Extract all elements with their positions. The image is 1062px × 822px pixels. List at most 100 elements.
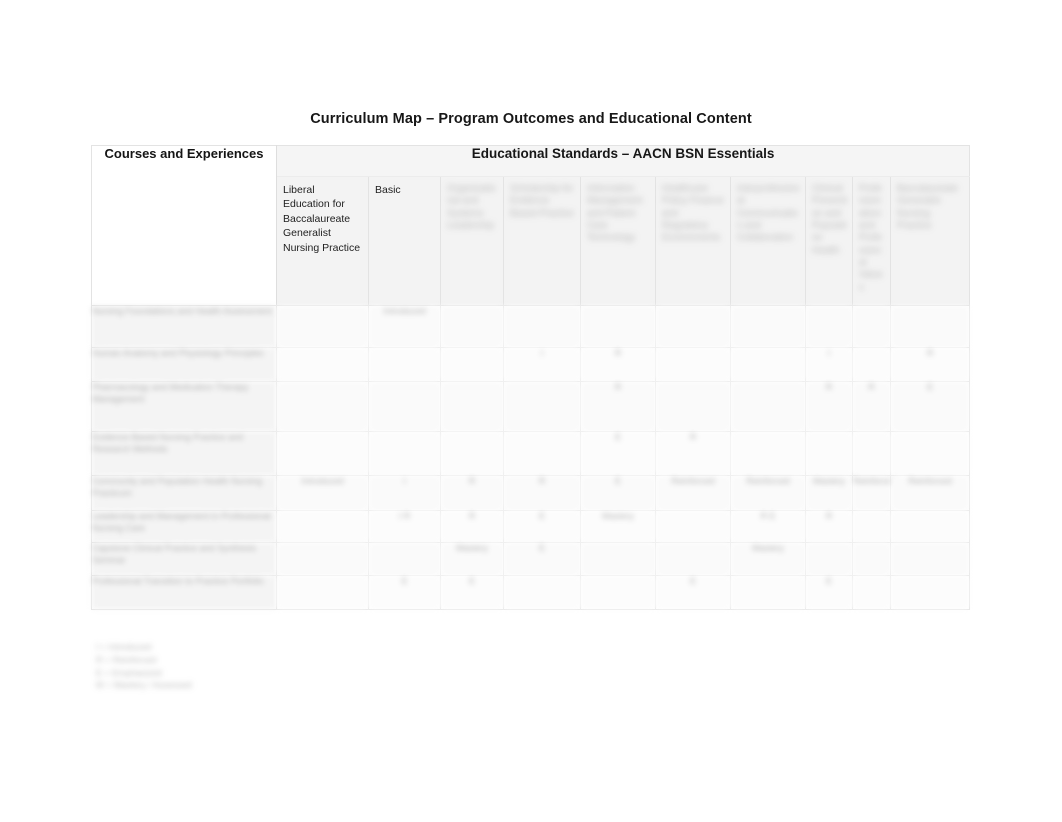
matrix-cell: I (368, 475, 441, 511)
row-label: Professional Transition to Practice Port… (91, 575, 277, 610)
corner-header-label: Courses and Experiences (104, 146, 264, 161)
table-row: Professional Transition to Practice Port… (91, 575, 971, 610)
matrix-cell (889, 305, 971, 348)
column-header-liberal-education: Liberal Education for Baccalaureate Gene… (276, 176, 369, 306)
matrix-cell (440, 347, 504, 382)
matrix-cell (276, 542, 369, 576)
table-body: Nursing Foundations and Health Assessmen… (91, 305, 971, 610)
matrix-cell: E (503, 510, 581, 543)
matrix-cell (805, 431, 853, 476)
matrix-cell (852, 510, 891, 543)
matrix-cell: I (805, 347, 853, 382)
curriculum-map-table: Courses and Experiences Educational Stan… (91, 145, 971, 610)
column-header-label: Healthcare Policy Finance and Regulatory… (662, 183, 724, 244)
matrix-cell: R (805, 381, 853, 432)
matrix-cell (503, 575, 581, 610)
legend-line: M = Mastery / Assessed (96, 680, 192, 691)
column-header-label: Clinical Prevention and Population Healt… (812, 183, 847, 256)
matrix-cell (503, 381, 581, 432)
matrix-cell (852, 575, 891, 610)
table-row: Pharmacology and Medication Therapy Mana… (91, 381, 971, 432)
page-title: Curriculum Map – Program Outcomes and Ed… (310, 111, 752, 127)
matrix-cell: E (503, 542, 581, 576)
matrix-cell: R (655, 431, 731, 476)
document-page: { "document": { "title": "Curriculum Map… (0, 0, 1062, 822)
standards-banner-cell: Educational Standards – AACN BSN Essenti… (275, 145, 971, 177)
matrix-cell: Reinforced (655, 475, 731, 511)
matrix-cell: I (503, 347, 581, 382)
table-row: Nursing Foundations and Health Assessmen… (91, 305, 971, 348)
table-row: Human Anatomy and Physiology Principles … (91, 347, 971, 382)
matrix-cell (440, 381, 504, 432)
column-header-label: Scholarship for Evidence Based Practice (510, 183, 574, 219)
matrix-cell: R (580, 347, 656, 382)
matrix-cell (580, 305, 656, 348)
corner-header-cell: Courses and Experiences (91, 145, 277, 306)
matrix-cell: Introduced (368, 305, 441, 348)
matrix-cell: E (368, 575, 441, 610)
matrix-cell (852, 305, 891, 348)
standards-banner-label: Educational Standards – AACN BSN Essenti… (471, 146, 775, 161)
row-label: Nursing Foundations and Health Assessmen… (91, 305, 277, 348)
matrix-cell (440, 431, 504, 476)
matrix-cell: R (440, 510, 504, 543)
row-label: Capstone Clinical Practice and Synthesis… (91, 542, 277, 576)
matrix-cell (852, 347, 891, 382)
matrix-cell: E (580, 475, 656, 511)
column-header-label: Basic (375, 184, 401, 196)
column-header-clinical-prevention: Clinical Prevention and Population Healt… (805, 176, 853, 306)
column-header-baccalaureate-practice: Baccalaureate Generalist Nursing Practic… (889, 176, 971, 306)
matrix-cell: E (805, 575, 853, 610)
matrix-cell (368, 381, 441, 432)
matrix-cell (852, 542, 891, 576)
matrix-cell: Reinforced (730, 475, 806, 511)
table-header: Courses and Experiences Educational Stan… (91, 145, 971, 306)
matrix-cell (889, 510, 971, 543)
table-row: Community and Population Health Nursing … (91, 475, 971, 511)
matrix-cell (805, 542, 853, 576)
column-header-basic: Basic (368, 176, 441, 306)
matrix-cell (503, 431, 581, 476)
legend-line: E = Emphasized (96, 667, 162, 678)
matrix-cell (276, 347, 369, 382)
column-header-interprofessional-communication: Interprofessional Communication and Coll… (730, 176, 806, 306)
matrix-cell (368, 542, 441, 576)
matrix-cell: Mastery (730, 542, 806, 576)
standards-banner-row: Courses and Experiences Educational Stan… (91, 145, 971, 306)
row-label: Pharmacology and Medication Therapy Mana… (91, 381, 277, 432)
column-header-label: Baccalaureate Generalist Nursing Practic… (897, 183, 958, 232)
matrix-cell (276, 431, 369, 476)
matrix-cell (730, 575, 806, 610)
column-header-organizational-leadership: Organizational and Systems Leadership (440, 176, 504, 306)
matrix-cell: Mastery (805, 475, 853, 511)
matrix-cell (580, 575, 656, 610)
column-header-professionalism: Professionalism and Professional Values (852, 176, 891, 306)
matrix-cell (276, 381, 369, 432)
column-header-label: Information Management and Patient Care … (587, 183, 643, 244)
legend-line: I = Introduced (96, 642, 152, 652)
column-header-scholarship-evidence: Scholarship for Evidence Based Practice (503, 176, 581, 306)
matrix-cell: Reinforced (852, 475, 897, 511)
matrix-cell (889, 542, 971, 576)
matrix-cell (503, 305, 581, 348)
matrix-cell: R E (730, 510, 806, 543)
matrix-cell (440, 305, 504, 348)
matrix-cell (730, 305, 806, 348)
matrix-cell (889, 431, 971, 476)
table-row: Leadership and Management in Professiona… (91, 510, 971, 543)
matrix-cell (655, 305, 731, 348)
matrix-cell (852, 431, 891, 476)
matrix-cell: Mastery (580, 510, 656, 543)
column-header-label: Liberal Education for Baccalaureate Gene… (283, 184, 361, 254)
column-header-healthcare-policy: Healthcare Policy Finance and Regulatory… (655, 176, 731, 306)
table-row: Capstone Clinical Practice and Synthesis… (91, 542, 971, 576)
matrix-cell (730, 347, 806, 382)
matrix-cell: R (889, 347, 971, 382)
matrix-cell: R (440, 475, 504, 511)
column-header-label: Professionalism and Professional Values (859, 183, 883, 293)
matrix-cell: Reinforced (889, 475, 971, 511)
matrix-cell: Mastery (440, 542, 504, 576)
column-header-label: Interprofessional Communication and Coll… (737, 183, 800, 244)
matrix-cell: R (580, 381, 656, 432)
matrix-cell: E (580, 431, 656, 476)
